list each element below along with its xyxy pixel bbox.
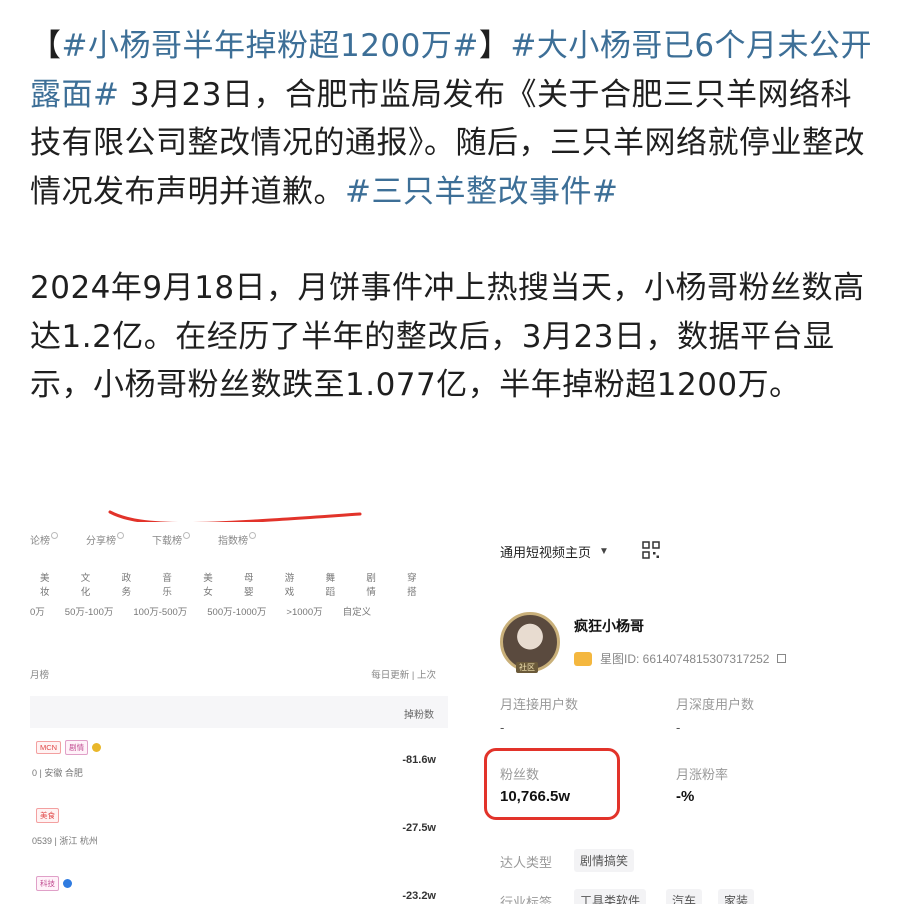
range-filter[interactable]: 500万-1000万 (207, 604, 266, 618)
column-header: 掉粉数 (30, 696, 448, 728)
verified-icon (63, 879, 72, 888)
follower-range-filters: 0万 50万-100万 100万-500万 500万-1000万 >1000万 自定义 (30, 604, 391, 618)
category-filter[interactable]: 母婴 (244, 570, 263, 598)
copy-icon[interactable] (777, 654, 787, 663)
help-icon[interactable] (51, 532, 58, 539)
category-filters: 美妆 文化 政务 音乐 美女 母婴 游戏 舞蹈 剧情 穿搭 (40, 570, 448, 598)
ranking-tab-label: 论榜 (30, 536, 50, 547)
creator-name: 疯狂小杨哥 (574, 618, 644, 634)
column-header-label[interactable]: 掉粉数 (404, 706, 434, 721)
creator-id-text: 星图ID: 6614074815307317252 (600, 652, 770, 666)
ranking-tabs: 论榜 分享榜 下载榜 指数榜 (30, 532, 284, 547)
category-filter[interactable]: 美妆 (40, 570, 59, 598)
category-badge: 剧情 (65, 740, 89, 755)
category-badge: 美食 (36, 808, 59, 823)
stat-label-followers: 粉丝数 (500, 767, 540, 782)
row-location: 0539 | 浙江 杭州 (32, 836, 98, 846)
help-icon[interactable] (249, 532, 256, 539)
row-badges: MCN 剧情 (36, 740, 102, 755)
table-row[interactable]: 科技 -23.2w (30, 876, 448, 904)
stat-label-monthly-connected: 月连接用户数 (500, 697, 579, 712)
range-filter[interactable]: 自定义 (343, 604, 372, 618)
category-filter[interactable]: 美女 (203, 570, 222, 598)
post-paragraph-2: 2024年9月18日，月饼事件冲上热搜当天，小杨哥粉丝数高达1.2亿。在经历了半… (30, 270, 865, 403)
verified-icon (92, 743, 102, 752)
category-filter[interactable]: 剧情 (366, 570, 385, 598)
stat-value-monthly-deep: - (676, 720, 681, 735)
category-badge: MCN (36, 741, 62, 754)
ranking-screenshot: 论榜 分享榜 下载榜 指数榜 美妆 文化 政务 音乐 美女 母婴 游戏 舞蹈 剧情 穿搭 0万 50万-1… (30, 522, 448, 904)
table-row[interactable]: 美食 0539 | 浙江 杭州 -27.5w (30, 808, 448, 868)
range-filter[interactable]: 0万 (30, 604, 45, 618)
row-follower-loss: -81.6w (402, 754, 436, 766)
post-text-segment: 】 (478, 28, 511, 64)
red-highlight-box (484, 748, 620, 820)
range-filter[interactable]: >1000万 (286, 604, 322, 618)
post-body: 【#小杨哥半年掉粉超1200万#】#大小杨哥已6个月未公开露面# 3月23日，合… (30, 22, 880, 410)
industry-chip: 家装 (718, 889, 755, 904)
industry-chip: 汽车 (666, 889, 703, 904)
stat-value-followers: 10,766.5w (500, 788, 571, 805)
category-filter[interactable]: 舞蹈 (326, 570, 345, 598)
row-location: 0 | 安徽 合肥 (32, 768, 83, 778)
category-filter[interactable]: 音乐 (162, 570, 181, 598)
stat-label-follower-growth: 月涨粉率 (676, 767, 729, 782)
stat-label-monthly-deep: 月深度用户数 (676, 697, 755, 712)
ranking-tab-label: 下载榜 (152, 536, 182, 547)
star-map-icon (574, 651, 592, 666)
stat-value-monthly-connected: - (500, 720, 505, 735)
category-filter[interactable]: 穿搭 (407, 570, 426, 598)
category-filter[interactable]: 游戏 (285, 570, 304, 598)
ranking-tab[interactable]: 分享榜 (86, 532, 124, 547)
row-badges: 科技 (36, 876, 72, 891)
ranking-tab[interactable]: 下载榜 (152, 532, 190, 547)
post-text-segment: 【 (30, 28, 62, 64)
category-badge: 科技 (36, 876, 59, 891)
ranking-tab[interactable]: 指数榜 (218, 532, 256, 547)
stat-value-follower-growth: -% (676, 788, 695, 805)
help-icon[interactable] (117, 532, 124, 539)
category-filter[interactable]: 文化 (81, 570, 100, 598)
table-row[interactable]: MCN 剧情 0 | 安徽 合肥 -81.6w (30, 740, 448, 800)
ranking-tab-label: 指数榜 (218, 536, 248, 547)
row-badges: 美食 (36, 808, 59, 823)
row-follower-loss: -23.2w (402, 890, 436, 902)
ranking-tab-label: 分享榜 (86, 536, 116, 547)
industry-label: 行业标签 (500, 895, 553, 904)
talent-type-label: 达人类型 (500, 855, 553, 870)
range-filter[interactable]: 50万-100万 (65, 604, 114, 618)
help-icon[interactable] (183, 532, 190, 539)
chevron-down-icon: ▼ (599, 546, 609, 557)
profile-screenshot: 通用短视频主页 ▼ 社区 疯狂小杨哥 星图ID: 661407481530731… (464, 520, 878, 904)
range-filter[interactable]: 100万-500万 (133, 604, 187, 618)
page-switcher-label: 通用短视频主页 (500, 545, 592, 560)
industry-chip: 工具类软件 (574, 889, 647, 904)
list-title: 月榜 (30, 670, 50, 681)
avatar-tag: 社区 (516, 662, 538, 673)
category-filter[interactable]: 政务 (122, 570, 141, 598)
hashtag-link[interactable]: #小杨哥半年掉粉超1200万# (62, 28, 479, 64)
creator-id: 星图ID: 6614074815307317252 (574, 650, 787, 667)
row-follower-loss: -27.5w (402, 822, 436, 834)
ranking-tab[interactable]: 论榜 (30, 532, 58, 547)
talent-type-chip: 剧情搞笑 (574, 849, 635, 872)
post-paragraph-1: 【#小杨哥半年掉粉超1200万#】#大小杨哥已6个月未公开露面# 3月23日，合… (30, 22, 880, 216)
hashtag-link[interactable]: #三只羊整改事件# (345, 174, 618, 210)
update-note: 每日更新 | 上次 (371, 670, 436, 681)
qr-code-icon[interactable] (642, 541, 660, 559)
page-switcher[interactable]: 通用短视频主页 ▼ (500, 542, 609, 561)
